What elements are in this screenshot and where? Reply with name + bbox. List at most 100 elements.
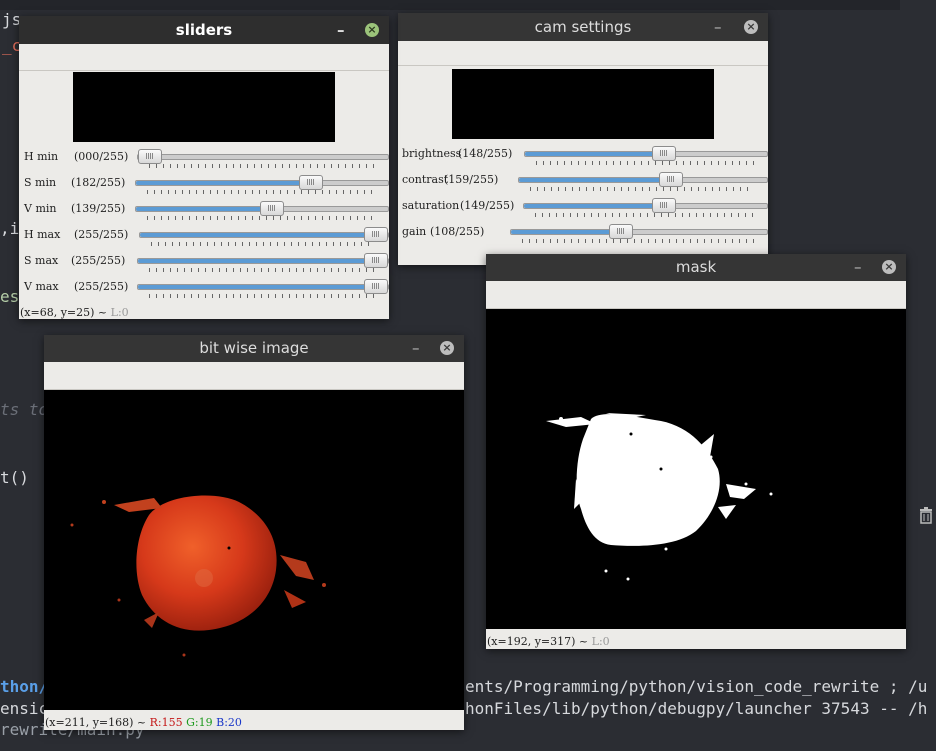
code-fragment: t() (0, 468, 29, 487)
window-toolbar (398, 41, 768, 66)
window-title: mask (675, 258, 717, 276)
slider-handle[interactable] (364, 279, 388, 294)
slider-handle[interactable] (364, 227, 388, 242)
slider-value: (139/255) (71, 202, 126, 215)
slider-handle[interactable] (138, 149, 162, 164)
bitwise-window: bit wise image – × (x=211, y=168) ~ R:15… (44, 335, 464, 730)
slider-label: V max (24, 280, 59, 293)
slider-handle[interactable] (651, 198, 676, 213)
slider-track[interactable] (139, 227, 389, 242)
pixel-value: L:0 (110, 306, 129, 319)
sliders-window: sliders – × H min (000/255) S min (182/255)… (19, 16, 389, 319)
slider-fill (511, 230, 621, 234)
cursor-coords: (x=68, y=25) ~ (20, 306, 111, 319)
bitwise-image[interactable] (44, 390, 464, 710)
slider-value: (255/255) (71, 254, 126, 267)
slider-fill (525, 152, 664, 156)
window-toolbar (19, 44, 389, 71)
status-bar: (x=211, y=168) ~ R:155 G:19 B:20 (45, 716, 242, 729)
slider-handle[interactable] (651, 146, 676, 161)
minimize-button[interactable]: – (412, 335, 420, 362)
slider-label: saturation (402, 199, 460, 212)
slider-ticks (535, 213, 754, 217)
terminal-line: honFiles/lib/python/debugpy/launcher 375… (465, 699, 928, 718)
slider-fill (519, 178, 672, 182)
slider-label: contrast (402, 173, 449, 186)
preview-image (73, 72, 335, 142)
slider-value: (159/255) (444, 173, 499, 186)
code-fragment: es (0, 287, 20, 306)
close-button[interactable]: × (440, 341, 454, 355)
slider-value: (148/255) (458, 147, 513, 160)
slider-row: H min (000/255) (19, 149, 389, 176)
slider-value: (255/255) (74, 228, 129, 241)
slider-row: S max (255/255) (19, 253, 389, 280)
mask-titlebar[interactable]: mask – × (486, 254, 906, 281)
slider-handle[interactable] (298, 175, 323, 190)
cam-settings-window: cam settings – × brightness (148/255) cont… (398, 13, 768, 265)
slider-value: (108/255) (430, 225, 485, 238)
slider-fill (524, 204, 665, 208)
bitwise-titlebar[interactable]: bit wise image – × (44, 335, 464, 362)
code-comment: ts to (0, 400, 49, 419)
window-toolbar (486, 281, 906, 309)
minimize-button[interactable]: – (854, 254, 862, 281)
close-button[interactable]: × (744, 20, 758, 34)
slider-row: V min (139/255) (19, 201, 389, 228)
slider-handle[interactable] (658, 172, 683, 187)
slider-label: H min (24, 150, 59, 163)
slider-value: (182/255) (71, 176, 126, 189)
slider-ticks (149, 268, 375, 272)
slider-ticks (147, 190, 375, 194)
slider-row: H max (255/255) (19, 227, 389, 254)
slider-track[interactable] (137, 253, 389, 268)
slider-label: gain (402, 225, 427, 238)
slider-ticks (151, 242, 375, 246)
slider-label: brightness (402, 147, 462, 160)
slider-value: (149/255) (460, 199, 515, 212)
minimize-button[interactable]: – (714, 13, 722, 41)
slider-label: S min (24, 176, 57, 189)
minimize-button[interactable]: – (337, 16, 345, 44)
slider-track[interactable] (137, 279, 389, 294)
close-button[interactable]: × (365, 23, 379, 37)
mask-image[interactable] (486, 309, 906, 629)
window-title: sliders (175, 21, 233, 39)
status-bar: (x=68, y=25) ~ L:0 (20, 306, 129, 319)
slider-ticks (522, 239, 754, 243)
slider-track[interactable] (518, 172, 768, 187)
preview-image (452, 69, 714, 139)
window-title: cam settings (534, 18, 632, 36)
slider-ticks (147, 216, 375, 220)
close-button[interactable]: × (882, 260, 896, 274)
cam-settings-titlebar[interactable]: cam settings – × (398, 13, 768, 41)
cursor-coords: (x=192, y=317) ~ (487, 635, 592, 648)
terminal-line: ents/Programming/python/vision_code_rewr… (465, 677, 928, 696)
slider-track[interactable] (137, 149, 389, 164)
terminal-fragment: ensic (0, 699, 49, 718)
sliders-titlebar[interactable]: sliders – × (19, 16, 389, 44)
slider-track[interactable] (510, 224, 768, 239)
slider-handle[interactable] (609, 224, 634, 239)
slider-track[interactable] (524, 146, 768, 161)
slider-fill (136, 207, 273, 211)
slider-track[interactable] (135, 175, 389, 190)
slider-handle[interactable] (364, 253, 388, 268)
slider-fill (140, 233, 378, 237)
trash-icon[interactable] (919, 506, 933, 524)
slider-track[interactable] (523, 198, 768, 213)
code-fragment: ,i (0, 219, 20, 238)
pixel-blue: B:20 (216, 716, 242, 729)
slider-ticks (536, 161, 754, 165)
slider-ticks (530, 187, 754, 191)
slider-fill (138, 259, 378, 263)
slider-fill (136, 181, 312, 185)
slider-track[interactable] (135, 201, 389, 216)
slider-row: brightness (148/255) (398, 146, 768, 173)
pixel-red: R:155 (149, 716, 183, 729)
terminal-fragment: thon/ (0, 677, 49, 696)
slider-handle[interactable] (260, 201, 285, 216)
slider-label: V min (24, 202, 57, 215)
slider-row: S min (182/255) (19, 175, 389, 202)
slider-row: saturation (149/255) (398, 198, 768, 225)
